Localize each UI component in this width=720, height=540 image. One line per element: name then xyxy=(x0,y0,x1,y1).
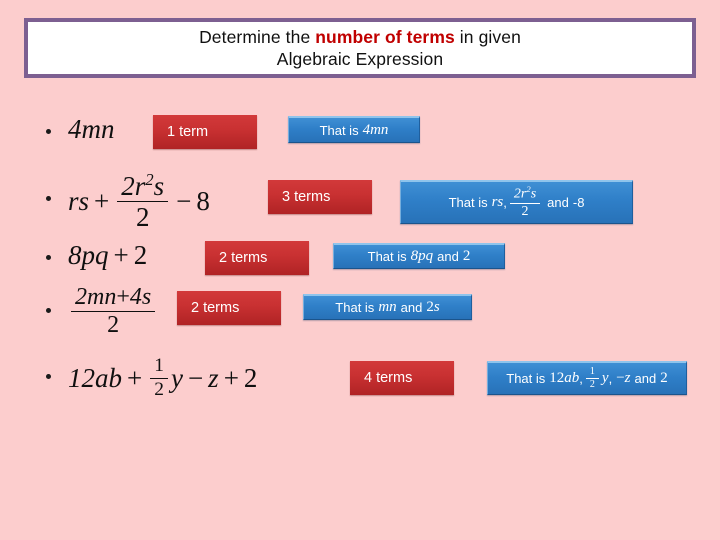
expression-1-text: 4mn xyxy=(68,113,115,144)
answer-4-term-1: mn xyxy=(378,299,397,315)
page-title: Determine the number of terms in given A… xyxy=(199,26,521,70)
expression-5-term-4: 2 xyxy=(243,362,258,393)
fraction-5-numerator: 1 xyxy=(150,356,168,379)
answer-4-term-2: 2s xyxy=(426,299,440,315)
answer-prefix-1: That is xyxy=(319,122,359,138)
answer-prefix-5: That is xyxy=(506,371,546,386)
answer-2-fraction-denominator: 2 xyxy=(521,204,529,220)
expression-2-term-1: rs xyxy=(68,185,90,216)
fraction-4-denominator: 2 xyxy=(107,311,120,338)
minus-symbol: − xyxy=(187,362,204,393)
comma-symbol: , xyxy=(579,371,583,386)
answer-3-term-1: 8pq xyxy=(410,248,434,264)
answer-math-1: 4mn xyxy=(362,121,389,138)
answer-badge-1[interactable]: That is 4mn xyxy=(288,116,420,143)
answer-2-term-3: -8 xyxy=(572,195,585,210)
answer-5-term-3: z xyxy=(624,370,631,386)
term-count-label-1: 1 term xyxy=(167,124,209,140)
title-box: Determine the number of terms in given A… xyxy=(24,18,696,78)
title-line1-after: in given xyxy=(454,27,521,47)
bullet-icon xyxy=(46,308,51,313)
plus-symbol: + xyxy=(113,239,129,270)
term-count-label-3: 2 terms xyxy=(219,250,268,266)
expression-5: 12ab + 1 2 y − z + 2 xyxy=(68,350,257,406)
answer-prefix-4: That is xyxy=(335,300,375,315)
answer-5-term-4: 2 xyxy=(660,370,668,386)
answer-5-fraction-denominator: 2 xyxy=(589,379,595,390)
fraction-2-denominator: 2 xyxy=(135,202,150,232)
bullet-icon xyxy=(46,196,51,201)
term-count-badge-5[interactable]: 4 terms xyxy=(350,361,454,395)
fraction-2-numerator: 2r2s xyxy=(117,171,169,202)
fraction-5-denominator: 2 xyxy=(154,378,164,400)
expression-1: 4mn xyxy=(68,112,115,146)
term-count-label-4: 2 terms xyxy=(191,300,240,316)
plus-symbol: + xyxy=(94,185,110,216)
answer-5-term-1: 12ab xyxy=(549,370,580,386)
fraction-4: 2mn+4s 2 xyxy=(71,284,156,338)
bullet-icon xyxy=(46,374,51,379)
expression-2: rs + 2r2s 2 − 8 xyxy=(68,171,210,232)
answer-badge-3[interactable]: That is 8pq and 2 xyxy=(333,243,505,269)
expression-5-term-1: 12ab xyxy=(68,362,122,393)
answer-5-fraction-numerator: 1 xyxy=(585,366,599,379)
bullet-icon xyxy=(46,255,51,260)
answer-5-term-2: y xyxy=(601,370,609,386)
expression-2-term-3: 8 xyxy=(196,185,210,216)
comma-symbol: , xyxy=(608,371,613,386)
fraction-4-numerator: 2mn+4s xyxy=(71,284,156,312)
minus-symbol: − xyxy=(616,370,625,386)
title-line1-before: Determine the xyxy=(199,27,316,47)
expression-3-term-1: 8pq xyxy=(68,239,109,270)
expression-3: 8pq + 2 xyxy=(68,238,147,272)
answer-3-term-2: 2 xyxy=(462,248,471,264)
answer-2-fraction-numerator: 2r2s xyxy=(509,185,541,205)
and-word: and xyxy=(437,249,459,264)
comma-symbol: , xyxy=(503,195,507,210)
expression-5-term-3: z xyxy=(208,362,219,393)
answer-5-fraction: 12 xyxy=(585,366,599,391)
answer-prefix-3: That is xyxy=(367,249,407,264)
answer-2-fraction: 2r2s 2 xyxy=(509,185,541,220)
fraction-2: 2r2s 2 xyxy=(117,171,169,232)
answer-badge-4[interactable]: That is mn and 2s xyxy=(303,294,472,320)
title-highlight: number of terms xyxy=(315,27,455,47)
term-count-badge-3[interactable]: 2 terms xyxy=(205,241,309,275)
answer-2-term-1: rs xyxy=(491,194,504,210)
answer-badge-5[interactable]: That is 12ab, 1 2 y, − z and 2 xyxy=(487,361,687,395)
plus-symbol: + xyxy=(127,362,143,393)
term-count-badge-1[interactable]: 1 term xyxy=(153,115,257,149)
term-count-badge-4[interactable]: 2 terms xyxy=(177,291,281,325)
expression-3-term-2: 2 xyxy=(133,239,148,270)
answer-prefix-2: That is xyxy=(448,195,488,210)
and-word: and xyxy=(547,195,569,210)
answer-badge-2[interactable]: That is rs, 2r2s 2 and -8 xyxy=(400,180,633,224)
and-word: and xyxy=(400,300,423,315)
expression-5-term-2: y xyxy=(170,362,183,393)
and-word: and xyxy=(634,371,657,386)
term-count-label-5: 4 terms xyxy=(364,370,413,386)
minus-symbol: − xyxy=(176,185,192,216)
plus-symbol: + xyxy=(223,362,239,393)
fraction-5: 1 2 xyxy=(150,356,168,399)
term-count-label-2: 3 terms xyxy=(282,189,331,205)
term-count-badge-2[interactable]: 3 terms xyxy=(268,180,372,214)
expression-4: 2mn+4s 2 xyxy=(68,283,158,339)
title-line2: Algebraic Expression xyxy=(276,49,444,69)
bullet-icon xyxy=(46,129,51,134)
